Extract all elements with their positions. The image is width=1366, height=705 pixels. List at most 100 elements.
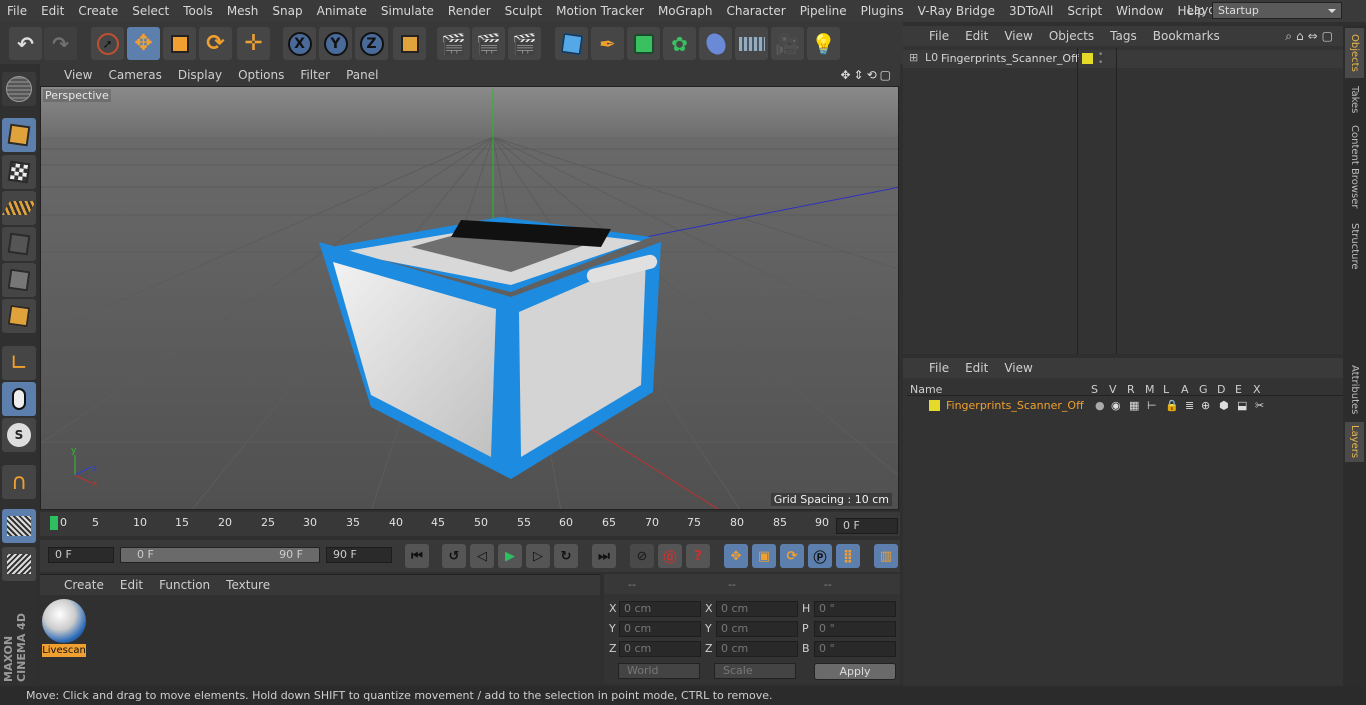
menu-3dtoall[interactable]: 3DToAll <box>1002 4 1060 18</box>
generator-icon[interactable]: ⊕ <box>1201 399 1210 412</box>
apply-button[interactable]: Apply <box>814 663 896 680</box>
obj-menu-file[interactable]: File <box>921 29 957 43</box>
tab-content-browser[interactable]: Content Browser <box>1345 122 1364 212</box>
cube-object-button[interactable] <box>555 27 588 60</box>
key-param-button[interactable]: Ⓟ <box>808 544 832 568</box>
next-key-button[interactable]: ↻ <box>554 544 578 568</box>
timeline-ruler[interactable]: 0 5 10 15 20 25 30 35 40 45 50 55 60 65 … <box>40 512 900 536</box>
layer-color-tag[interactable] <box>1082 53 1093 64</box>
menu-plugins[interactable]: Plugins <box>854 4 911 18</box>
menu-script[interactable]: Script <box>1060 4 1109 18</box>
render-view-button[interactable]: 🎬 <box>437 27 470 60</box>
previous-frame-button[interactable]: ◁ <box>470 544 494 568</box>
rot-p-field[interactable]: 0 ° <box>814 621 896 637</box>
subdivision-button[interactable] <box>627 27 660 60</box>
object-name[interactable]: Fingerprints_Scanner_Off <box>941 52 1079 65</box>
solo-button[interactable]: S <box>2 418 36 452</box>
menu-simulate[interactable]: Simulate <box>374 4 441 18</box>
frame-range-slider[interactable]: 0 F 90 F <box>120 547 320 563</box>
menu-pipeline[interactable]: Pipeline <box>793 4 854 18</box>
menu-animate[interactable]: Animate <box>310 4 374 18</box>
coord-mode-dropdown[interactable]: World <box>618 663 700 679</box>
model-mode-button[interactable] <box>2 118 36 152</box>
vp-menu-view[interactable]: View <box>56 68 100 82</box>
scale-tool-button[interactable] <box>163 27 196 60</box>
undo-button[interactable]: ↶ <box>9 27 42 60</box>
play-button[interactable]: ▶ <box>498 544 522 568</box>
key-rotation-button[interactable]: ⟳ <box>780 544 804 568</box>
expression-icon[interactable]: ⬓ <box>1237 399 1247 412</box>
menu-render[interactable]: Render <box>441 4 498 18</box>
end-frame-field[interactable]: 90 F <box>326 547 392 563</box>
obj-menu-bookmarks[interactable]: Bookmarks <box>1145 29 1228 43</box>
menu-mograph[interactable]: MoGraph <box>651 4 720 18</box>
lock-icon[interactable]: 🔒 <box>1165 399 1179 412</box>
menu-window[interactable]: Window <box>1109 4 1170 18</box>
workplane-lock-button[interactable] <box>2 509 36 543</box>
coordinate-system-button[interactable] <box>393 27 426 60</box>
key-help-button[interactable]: ? <box>686 544 710 568</box>
texture-mode-button[interactable] <box>2 155 36 189</box>
vp-menu-display[interactable]: Display <box>170 68 230 82</box>
obj-menu-objects[interactable]: Objects <box>1041 29 1102 43</box>
next-frame-button[interactable]: ▷ <box>526 544 550 568</box>
layer-name[interactable]: Fingerprints_Scanner_Off <box>946 399 1084 412</box>
tab-takes[interactable]: Takes <box>1345 82 1364 118</box>
layer-menu-view[interactable]: View <box>996 361 1040 375</box>
pos-y-field[interactable]: 0 cm <box>619 621 701 637</box>
mat-menu-create[interactable]: Create <box>56 578 112 592</box>
menu-snap[interactable]: Snap <box>265 4 309 18</box>
previous-key-button[interactable]: ↺ <box>442 544 466 568</box>
render-settings-button[interactable]: 🎬 <box>508 27 541 60</box>
timeline-window-button[interactable]: ▥ <box>874 544 898 568</box>
cloner-button[interactable]: ✿ <box>663 27 696 60</box>
mat-menu-texture[interactable]: Texture <box>218 578 278 592</box>
animation-icon[interactable]: ≣ <box>1185 399 1194 412</box>
pen-spline-button[interactable]: ✒ <box>591 27 624 60</box>
menu-motion-tracker[interactable]: Motion Tracker <box>549 4 651 18</box>
move-tool-button[interactable]: ✥ <box>127 27 160 60</box>
obj-menu-tags[interactable]: Tags <box>1102 29 1145 43</box>
workplane-mode-button[interactable] <box>1 191 37 225</box>
layer-color-swatch[interactable] <box>929 400 940 411</box>
snap-button[interactable]: ∩ <box>2 465 36 499</box>
menu-sculpt[interactable]: Sculpt <box>498 4 549 18</box>
go-to-start-button[interactable]: ⏮ <box>405 544 429 568</box>
planar-workplane-button[interactable] <box>2 547 36 581</box>
recent-tool-button[interactable]: ✛ <box>237 27 270 60</box>
mat-menu-edit[interactable]: Edit <box>112 578 151 592</box>
vp-menu-panel[interactable]: Panel <box>338 68 386 82</box>
mat-menu-function[interactable]: Function <box>151 578 218 592</box>
render-icon[interactable]: ▦ <box>1129 399 1139 412</box>
visibility-dots-icon[interactable]: • • <box>1098 51 1103 68</box>
menu-create[interactable]: Create <box>71 4 125 18</box>
deformer-layer-icon[interactable]: ⬢ <box>1219 399 1229 412</box>
eye-icon[interactable]: ◉ <box>1111 399 1121 412</box>
solo-dot-icon[interactable]: ● <box>1095 399 1105 412</box>
edges-mode-button[interactable] <box>2 263 36 297</box>
make-editable-button[interactable] <box>2 72 36 106</box>
vp-menu-options[interactable]: Options <box>230 68 292 82</box>
key-scale-button[interactable]: ▣ <box>752 544 776 568</box>
size-y-field[interactable]: 0 cm <box>716 621 798 637</box>
floor-button[interactable] <box>735 27 768 60</box>
tab-objects[interactable]: Objects <box>1345 28 1364 78</box>
menu-character[interactable]: Character <box>719 4 792 18</box>
x-axis-button[interactable]: X <box>283 27 316 60</box>
vp-menu-filter[interactable]: Filter <box>292 68 338 82</box>
material-swatch[interactable]: Livescan <box>42 599 86 657</box>
deformer-button[interactable] <box>699 27 732 60</box>
rotate-tool-button[interactable]: ⟳ <box>199 27 232 60</box>
xref-icon[interactable]: ✂ <box>1255 399 1264 412</box>
pos-x-field[interactable]: 0 cm <box>619 601 701 617</box>
size-z-field[interactable]: 0 cm <box>716 641 798 657</box>
layer-menu-file[interactable]: File <box>921 361 957 375</box>
obj-menu-edit[interactable]: Edit <box>957 29 996 43</box>
polygons-mode-button[interactable] <box>2 299 36 333</box>
z-axis-button[interactable]: Z <box>355 27 388 60</box>
size-mode-dropdown[interactable]: Scale <box>714 663 796 679</box>
light-button[interactable]: 💡 <box>807 27 840 60</box>
tab-attributes[interactable]: Attributes <box>1345 362 1364 418</box>
camera-button[interactable]: 🎥 <box>771 27 804 60</box>
obj-menu-view[interactable]: View <box>996 29 1040 43</box>
